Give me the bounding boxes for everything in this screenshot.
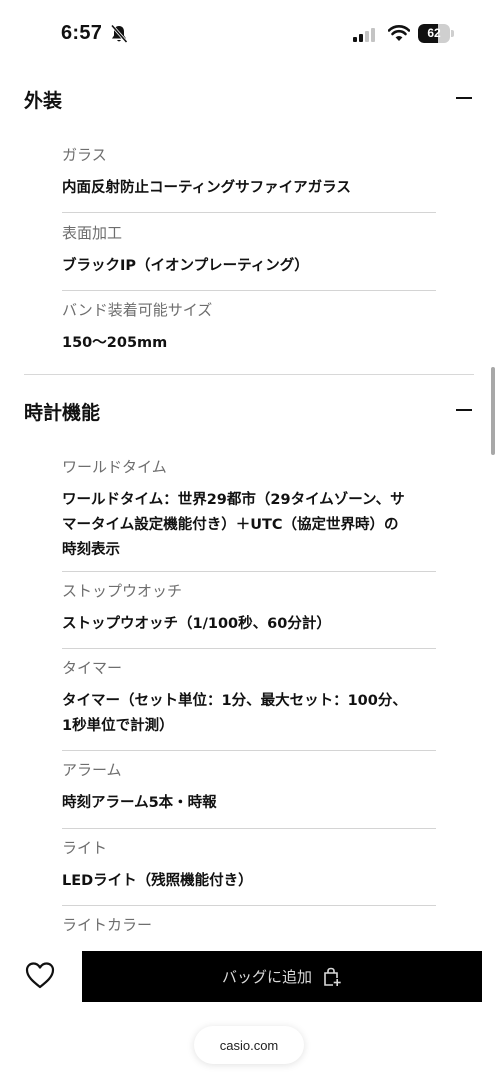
- bell-slash-icon: [110, 24, 128, 44]
- spec-item-light-color: ライトカラー: [62, 914, 436, 936]
- battery-body: 62: [418, 24, 450, 43]
- section-header-watch-functions[interactable]: 時計機能: [24, 390, 474, 430]
- cellular-signal-icon: [353, 28, 375, 42]
- spec-value: 内面反射防止コーティングサファイアガラス: [62, 180, 351, 196]
- spec-item-glass: ガラス 内面反射防止コーティングサファイアガラス: [62, 144, 436, 201]
- spec-value: ワールドタイム：世界29都市（29タイムゾーン、サ マータイム設定機能付き）＋U…: [62, 488, 436, 563]
- spec-item-world-time: ワールドタイム ワールドタイム：世界29都市（29タイムゾーン、サ マータイム設…: [62, 456, 436, 563]
- heart-outline-icon[interactable]: [24, 960, 56, 990]
- add-to-bag-label: バッグに追加: [221, 968, 312, 986]
- spec-label: ガラス: [62, 146, 107, 164]
- spec-value-line: マータイム設定機能付き）＋UTC（協定世界時）の: [62, 517, 399, 533]
- bag-add-icon: [324, 967, 342, 986]
- spec-divider: [62, 648, 436, 649]
- battery-indicator: 62: [418, 24, 454, 43]
- spec-value: ストップウオッチ（1/100秒、60分計）: [62, 616, 331, 632]
- bottom-action-bar: バッグに追加 casio.com: [0, 940, 499, 1080]
- spec-item-band-size: バンド装着可能サイズ 150〜205mm: [62, 299, 436, 356]
- spec-item-stopwatch: ストップウオッチ ストップウオッチ（1/100秒、60分計）: [62, 580, 436, 637]
- status-time: 6:57: [61, 22, 103, 44]
- url-text: casio.com: [219, 1037, 279, 1053]
- spec-label: ライト: [62, 839, 108, 857]
- spec-value: タイマー（セット単位：1分、最大セット：100分、 1秒単位で計測）: [62, 689, 436, 739]
- spec-label: ワールドタイム: [62, 458, 167, 476]
- spec-value-line: タイマー（セット単位：1分、最大セット：100分、: [62, 693, 407, 709]
- section-header-exterior[interactable]: 外装: [24, 78, 474, 118]
- add-to-bag-button[interactable]: バッグに追加: [82, 951, 482, 1002]
- spec-label: ライトカラー: [62, 916, 153, 934]
- battery-cap: [451, 30, 454, 37]
- spec-value-line: ワールドタイム：世界29都市（29タイムゾーン、サ: [62, 492, 405, 508]
- spec-value: ブラックIP（イオンプレーティング）: [62, 258, 309, 274]
- spec-divider: [62, 212, 436, 213]
- spec-label: タイマー: [62, 659, 123, 677]
- spec-value: LEDライト（残照機能付き）: [62, 873, 253, 889]
- spec-item-timer: タイマー タイマー（セット単位：1分、最大セット：100分、 1秒単位で計測）: [62, 657, 436, 739]
- spec-label: バンド装着可能サイズ: [62, 301, 213, 319]
- spec-label: アラーム: [62, 761, 122, 779]
- spec-value-line: 時刻表示: [62, 542, 120, 558]
- spec-item-surface-finish: 表面加工 ブラックIP（イオンプレーティング）: [62, 222, 436, 279]
- battery-percent: 62: [427, 26, 441, 40]
- scrollbar-thumb[interactable]: [491, 367, 495, 455]
- spec-divider: [62, 905, 436, 906]
- spec-divider: [62, 828, 436, 829]
- minus-icon[interactable]: [456, 409, 472, 411]
- wifi-icon: [388, 25, 410, 41]
- spec-divider: [62, 290, 436, 291]
- spec-label: ストップウオッチ: [62, 582, 183, 600]
- spec-label: 表面加工: [62, 224, 123, 242]
- status-bar: 6:57 62: [0, 0, 499, 68]
- section-title: 時計機能: [24, 402, 101, 424]
- section-title: 外装: [24, 90, 63, 112]
- spec-divider: [62, 750, 436, 751]
- spec-item-alarm: アラーム 時刻アラーム5本・時報: [62, 759, 436, 816]
- spec-value: 時刻アラーム5本・時報: [62, 795, 217, 811]
- spec-divider: [62, 571, 436, 572]
- section-divider: [24, 374, 474, 375]
- spec-value: 150〜205mm: [62, 335, 168, 351]
- url-bar[interactable]: casio.com: [194, 1026, 304, 1064]
- spec-item-light: ライト LEDライト（残照機能付き）: [62, 837, 436, 894]
- spec-value-line: 1秒単位で計測）: [62, 718, 174, 734]
- minus-icon[interactable]: [456, 97, 472, 99]
